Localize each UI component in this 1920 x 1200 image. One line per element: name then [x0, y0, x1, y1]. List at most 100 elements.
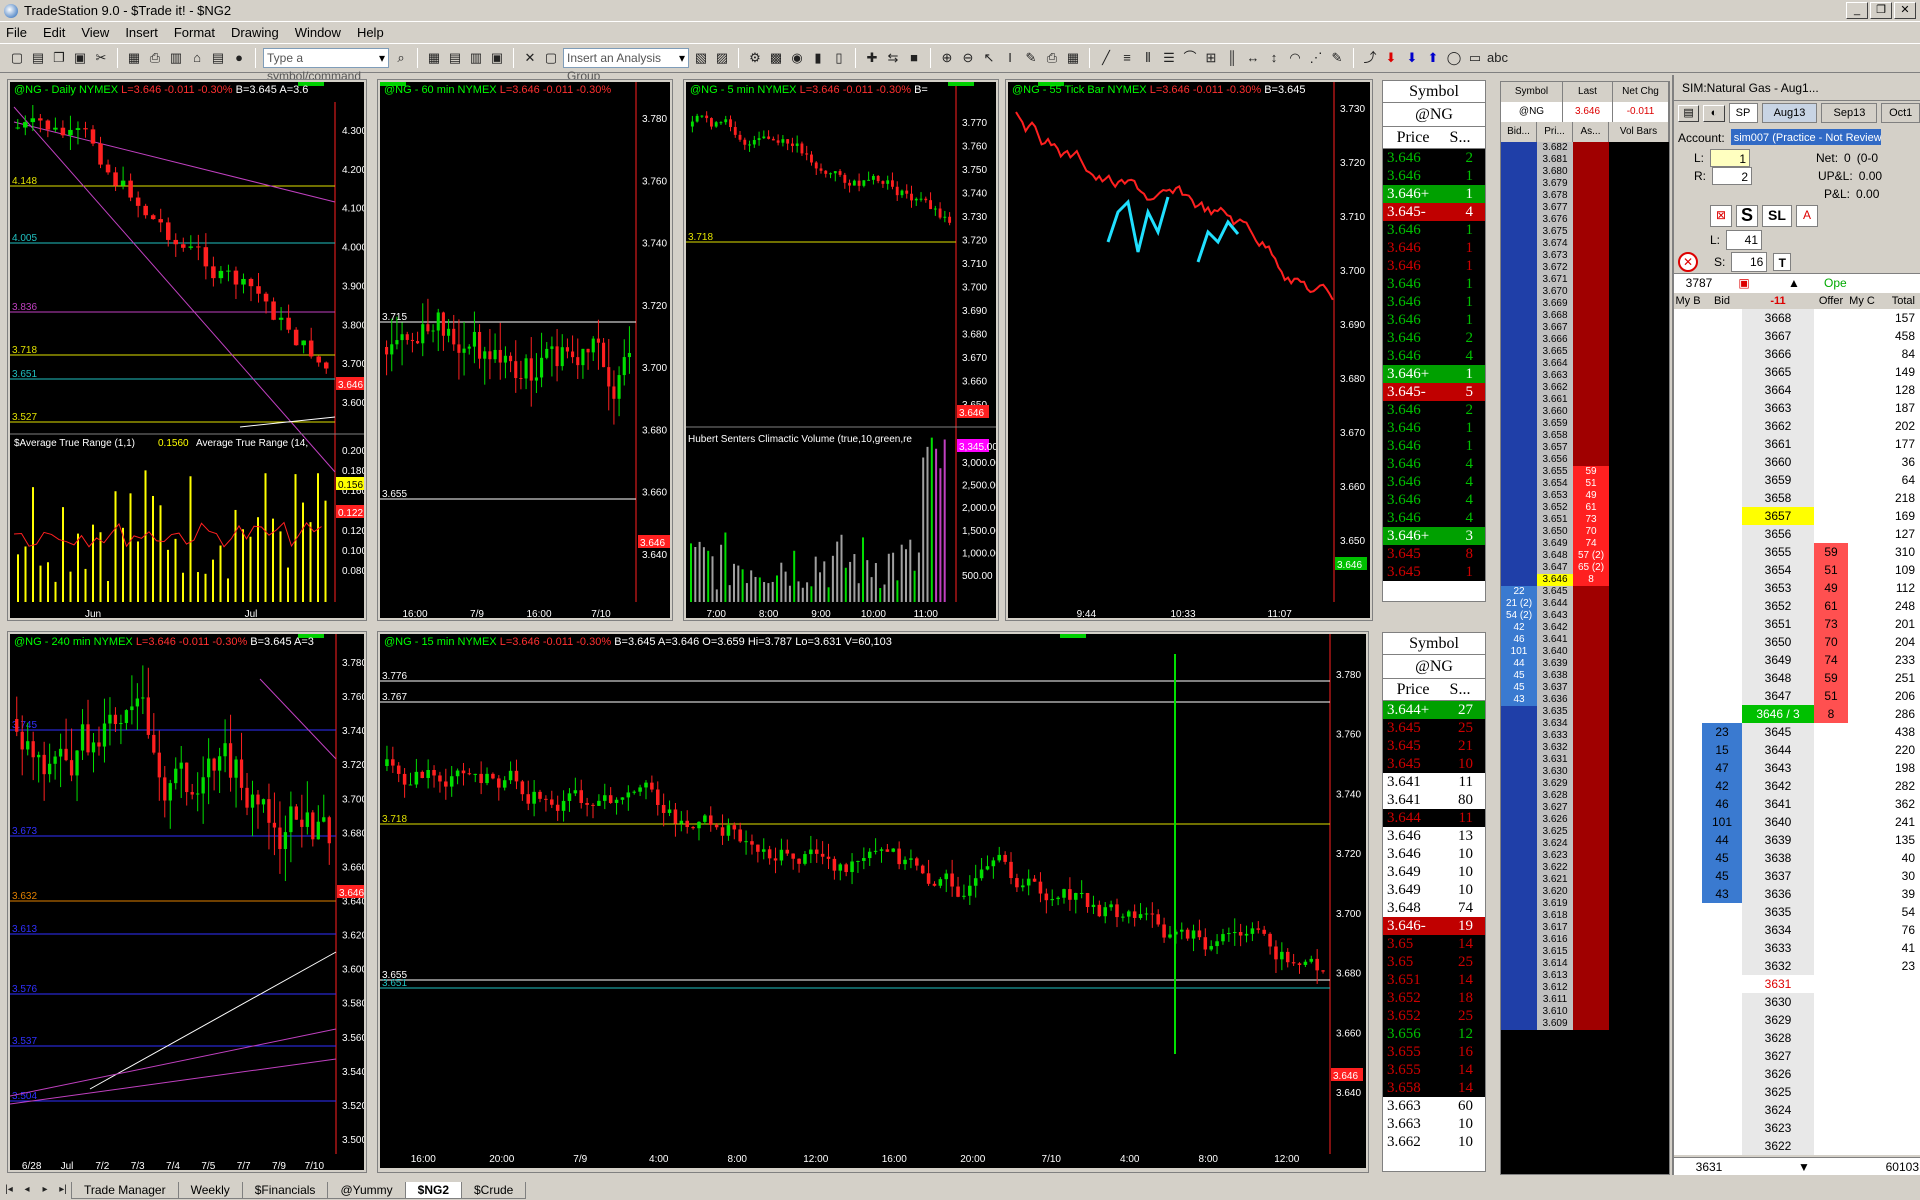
- ladder-mybid-cell[interactable]: [1674, 363, 1702, 381]
- chart-daily[interactable]: @NG - Daily NYMEX L=3.646 -0.011 -0.30% …: [7, 79, 367, 621]
- ladder-bid-cell[interactable]: [1702, 507, 1742, 525]
- ladder-offer-cell[interactable]: [1814, 1137, 1848, 1155]
- matrix-bid-cell[interactable]: [1501, 442, 1537, 454]
- matrix-price-cell[interactable]: 3.680: [1537, 166, 1573, 178]
- ladder-myoffer-cell[interactable]: [1848, 885, 1876, 903]
- strategy-sl-button[interactable]: SL: [1762, 205, 1792, 227]
- ladder-mybid-cell[interactable]: [1674, 489, 1702, 507]
- r-input[interactable]: 2: [1712, 167, 1752, 185]
- matrix-row[interactable]: 3.651 73: [1501, 514, 1669, 526]
- ladder-row[interactable]: 3634 76: [1674, 921, 1920, 939]
- ladder-offer-cell[interactable]: 70: [1814, 633, 1848, 651]
- matrix-col-symbol[interactable]: Symbol: [1501, 82, 1563, 102]
- matrix-bid-cell[interactable]: [1501, 814, 1537, 826]
- matrix-price-cell[interactable]: 3.664: [1537, 358, 1573, 370]
- month-tab-sep[interactable]: Sep13: [1821, 103, 1878, 123]
- channel-icon[interactable]: ≡: [1118, 49, 1136, 67]
- matrix-ask-cell[interactable]: [1573, 334, 1609, 346]
- ladder-mybid-cell[interactable]: [1674, 885, 1702, 903]
- matrix-bid-cell[interactable]: [1501, 934, 1537, 946]
- ladder-myoffer-cell[interactable]: [1848, 1047, 1876, 1065]
- matrix-row[interactable]: 44 3.639: [1501, 658, 1669, 670]
- ladder-mybid-cell[interactable]: [1674, 939, 1702, 957]
- matrix-bid-cell[interactable]: 101: [1501, 646, 1537, 658]
- ladder-offer-cell[interactable]: [1814, 1047, 1848, 1065]
- chart-canvas[interactable]: 3.7803.7603.7403.7203.7003.6803.6603.640…: [380, 634, 1368, 1172]
- analysis-icon[interactable]: ▧: [692, 49, 710, 67]
- ladder-row[interactable]: 3633 41: [1674, 939, 1920, 957]
- matrix-col-netchg[interactable]: Net Chg: [1613, 82, 1669, 102]
- ladder-bid-cell[interactable]: [1702, 993, 1742, 1011]
- account-select[interactable]: sim007 (Practice - Not Reviewed): [1730, 129, 1881, 145]
- matrix-ask-cell[interactable]: [1573, 442, 1609, 454]
- save-icon[interactable]: ▦: [125, 49, 143, 67]
- sp-dropdown[interactable]: SP: [1728, 103, 1758, 123]
- ladder-offer-cell[interactable]: [1814, 1119, 1848, 1137]
- ladder-bid-cell[interactable]: [1702, 921, 1742, 939]
- matrix-bid-cell[interactable]: [1501, 1006, 1537, 1018]
- matrix-row[interactable]: 3.677: [1501, 202, 1669, 214]
- ladder-row[interactable]: 3653 49 112: [1674, 579, 1920, 597]
- ladder-row[interactable]: 3647 51 206: [1674, 687, 1920, 705]
- arrow-down-red-icon[interactable]: ⬇: [1382, 49, 1400, 67]
- matrix-ask-cell[interactable]: [1573, 214, 1609, 226]
- text-cursor-icon[interactable]: I: [1001, 49, 1019, 67]
- chart-55tick[interactable]: @NG - 55 Tick Bar NYMEX L=3.646 -0.011 -…: [1005, 79, 1373, 621]
- ladder-row[interactable]: 15 3644 220: [1674, 741, 1920, 759]
- ladder-offer-cell[interactable]: [1814, 831, 1848, 849]
- ladder-bid-cell[interactable]: 101: [1702, 813, 1742, 831]
- matrix-row[interactable]: 43 3.636: [1501, 694, 1669, 706]
- matrix-row[interactable]: 46 3.641: [1501, 634, 1669, 646]
- matrix-row[interactable]: 3.614: [1501, 958, 1669, 970]
- ladder-bid-cell[interactable]: [1702, 489, 1742, 507]
- matrix-row[interactable]: 3.626: [1501, 814, 1669, 826]
- ladder-mybid-cell[interactable]: [1674, 633, 1702, 651]
- matrix-ask-cell[interactable]: 57 (2): [1573, 550, 1609, 562]
- ladder-myoffer-cell[interactable]: [1848, 705, 1876, 723]
- ladder-myoffer-cell[interactable]: [1848, 327, 1876, 345]
- workspace-icon[interactable]: ▥: [167, 49, 185, 67]
- matrix-bid-cell[interactable]: [1501, 910, 1537, 922]
- matrix-ask-cell[interactable]: [1573, 886, 1609, 898]
- matrix-ask-cell[interactable]: [1573, 1018, 1609, 1030]
- matrix-price-cell[interactable]: 3.624: [1537, 838, 1573, 850]
- ladder-myoffer-cell[interactable]: [1848, 849, 1876, 867]
- ladder-offer-cell[interactable]: [1814, 993, 1848, 1011]
- matrix-price-cell[interactable]: 3.644: [1537, 598, 1573, 610]
- matrix-bid-cell[interactable]: [1501, 202, 1537, 214]
- matrix-ask-cell[interactable]: [1573, 682, 1609, 694]
- matrix-price-cell[interactable]: 3.650: [1537, 526, 1573, 538]
- analysis-group-select[interactable]: Insert an Analysis Group: [563, 48, 689, 83]
- ladder-offer-cell[interactable]: [1814, 867, 1848, 885]
- matrix-row[interactable]: 3.657: [1501, 442, 1669, 454]
- ladder-row[interactable]: 3652 61 248: [1674, 597, 1920, 615]
- matrix-ask-cell[interactable]: [1573, 982, 1609, 994]
- matrix-price-cell[interactable]: 3.638: [1537, 670, 1573, 682]
- matrix-bid-cell[interactable]: [1501, 754, 1537, 766]
- menu-edit[interactable]: Edit: [43, 25, 65, 40]
- ladder-bid-cell[interactable]: [1702, 1137, 1742, 1155]
- matrix-bid-cell[interactable]: [1501, 310, 1537, 322]
- ts-col-price[interactable]: Price: [1383, 127, 1443, 148]
- ladder-myoffer-cell[interactable]: [1848, 345, 1876, 363]
- matrix-row[interactable]: 3.627: [1501, 802, 1669, 814]
- trendline-icon[interactable]: ╱: [1097, 49, 1115, 67]
- matrix-row[interactable]: 3.660: [1501, 406, 1669, 418]
- matrix-row[interactable]: 3.610: [1501, 1006, 1669, 1018]
- ladder-bid-cell[interactable]: 23: [1702, 723, 1742, 741]
- matrix-ask-cell[interactable]: [1573, 154, 1609, 166]
- ladder-offer-cell[interactable]: 51: [1814, 561, 1848, 579]
- ladder-myoffer-cell[interactable]: [1848, 363, 1876, 381]
- time-and-sales-2[interactable]: Symbol @NG Price S... 3.644+ 27 3.645 25 3.64…: [1382, 632, 1486, 1172]
- matrix-price-cell[interactable]: 3.668: [1537, 310, 1573, 322]
- ladder-row[interactable]: 3629: [1674, 1011, 1920, 1029]
- ladder-myoffer-cell[interactable]: [1848, 399, 1876, 417]
- ladder-myoffer-cell[interactable]: [1848, 777, 1876, 795]
- ladder-myoffer-cell[interactable]: [1848, 759, 1876, 777]
- matrix-price-cell[interactable]: 3.633: [1537, 730, 1573, 742]
- matrix-price-cell[interactable]: 3.614: [1537, 958, 1573, 970]
- ladder-myoffer-cell[interactable]: [1848, 561, 1876, 579]
- chart-canvas[interactable]: 3.7703.7603.7503.7403.7303.7203.7103.700…: [686, 82, 998, 620]
- ladder-mybid-cell[interactable]: [1674, 687, 1702, 705]
- ladder-mybid-cell[interactable]: [1674, 669, 1702, 687]
